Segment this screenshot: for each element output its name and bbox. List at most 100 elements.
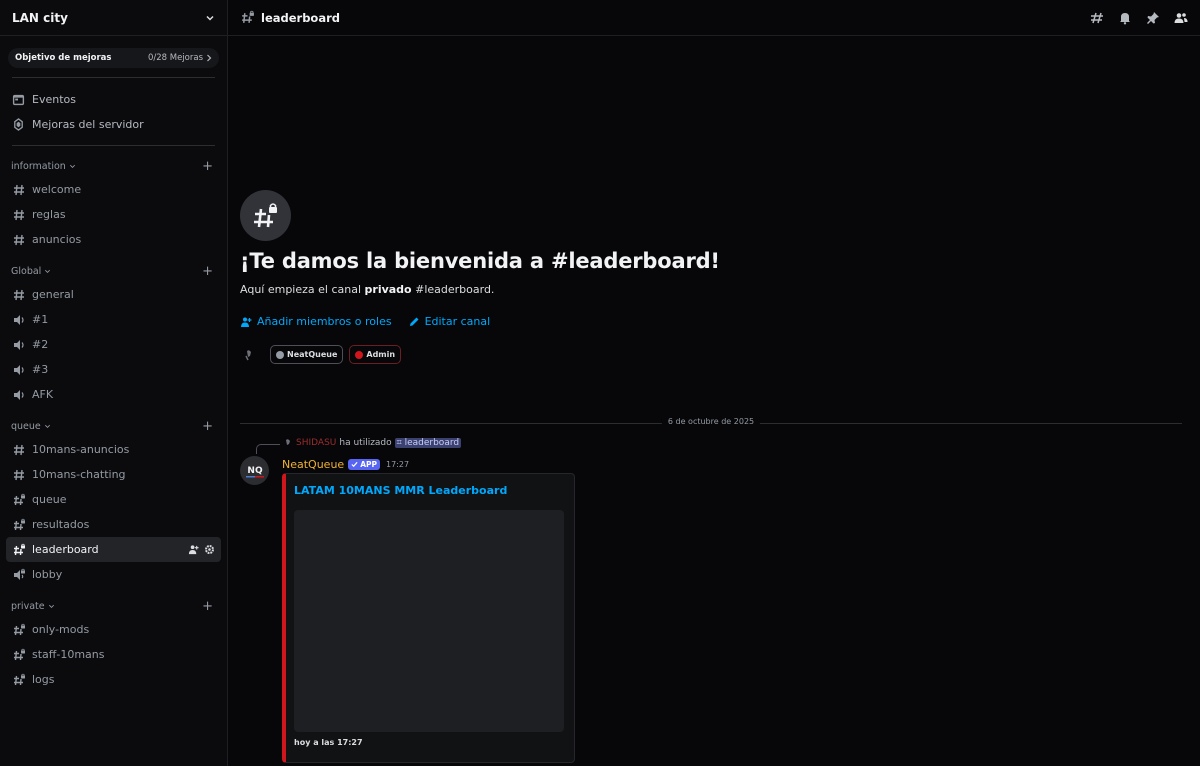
channel-label: 10mans-chatting — [32, 468, 126, 481]
app-window: LAN city Objetivo de mejoras 0/28 Mejora… — [0, 0, 1200, 766]
add-member-icon — [241, 317, 252, 327]
channel-label: #2 — [32, 338, 49, 351]
category-label: Global — [11, 265, 42, 277]
role-neatqueue[interactable]: NeatQueue — [270, 345, 344, 364]
slash-command-mention[interactable]: ⌗ leaderboard — [394, 438, 462, 448]
sidebar-item-label: Eventos — [32, 93, 76, 106]
channel-queue[interactable]: queue — [6, 487, 221, 512]
avatar-text: NQ — [247, 466, 263, 476]
channel-label: general — [32, 288, 74, 301]
speaker-icon — [14, 364, 24, 375]
edit-channel-button[interactable]: Editar canal — [408, 315, 490, 328]
category-private[interactable]: private + — [0, 595, 227, 617]
channel-welcome-section: ¡Te damos la bienvenida a #leaderboard! … — [240, 190, 720, 364]
speaker-icon — [14, 339, 24, 350]
channel-lobby[interactable]: lobby — [6, 562, 221, 587]
channel-resultados[interactable]: resultados — [6, 512, 221, 537]
category-label: private — [11, 600, 45, 612]
channel-header: leaderboard — [228, 0, 1200, 36]
pin-icon[interactable] — [1146, 11, 1160, 25]
role-color-dot — [355, 350, 364, 359]
welcome-subtitle-prefix: Aquí empieza el canal — [240, 283, 365, 296]
role-color-dot — [276, 350, 284, 359]
locked-text-channel-icon — [14, 518, 25, 530]
chevron-down-icon — [48, 604, 54, 608]
category-label: information — [11, 160, 66, 172]
chat-area: leaderboard ¡Te damos la bienvenida a #l… — [228, 0, 1200, 766]
member-list-icon[interactable] — [1174, 11, 1188, 25]
date-divider: 6 de octubre de 2025 — [240, 417, 1182, 426]
channel-staff-10mans[interactable]: staff-10mans — [6, 642, 221, 667]
sidebar-item-events[interactable]: Eventos — [0, 87, 227, 112]
user-avatar[interactable] — [240, 346, 258, 364]
add-channel-icon[interactable]: + — [202, 160, 213, 173]
divider — [12, 145, 215, 146]
embed-footer: hoy a las 17:27 — [294, 738, 363, 747]
welcome-subtitle-bold: privado — [364, 283, 412, 296]
channel-10mans-anuncios[interactable]: 10mans-anuncios — [6, 437, 221, 462]
server-header[interactable]: LAN city — [0, 0, 227, 36]
embed-title[interactable]: LATAM 10MANS MMR Leaderboard — [294, 484, 507, 497]
welcome-subtitle: Aquí empieza el canal privado #leaderboa… — [240, 283, 720, 296]
command-reply-context[interactable]: SHIDASU ha utilizado ⌗ leaderboard — [283, 438, 462, 448]
app-badge: APP — [348, 459, 380, 470]
role-admin[interactable]: Admin — [349, 345, 402, 364]
category-queue[interactable]: queue + — [0, 415, 227, 437]
category-information[interactable]: information + — [0, 155, 227, 177]
text-channel-icon — [14, 234, 24, 245]
channel-label: welcome — [32, 183, 82, 196]
channel-logs[interactable]: logs — [6, 667, 221, 692]
message-author[interactable]: NeatQueue — [282, 458, 344, 471]
add-channel-icon[interactable]: + — [202, 600, 213, 613]
slash-command-label: leaderboard — [404, 438, 460, 448]
channel-welcome[interactable]: welcome — [6, 177, 221, 202]
boost-goal-title: Objetivo de mejoras — [15, 53, 112, 63]
speaker-icon — [14, 389, 24, 400]
gear-icon[interactable] — [204, 544, 215, 555]
category-label: queue — [11, 420, 41, 432]
bell-icon[interactable] — [1118, 11, 1132, 25]
channel-voice-3[interactable]: #3 — [6, 357, 221, 382]
message-header: NeatQueue APP 17:27 — [282, 458, 409, 471]
threads-icon[interactable] — [1090, 11, 1104, 25]
channel-label: resultados — [32, 518, 90, 531]
channel-label: staff-10mans — [32, 648, 105, 661]
reply-username[interactable]: SHIDASU — [296, 438, 336, 448]
channel-label: #1 — [32, 313, 49, 326]
invite-members-icon[interactable] — [188, 544, 199, 555]
channel-label: 10mans-anuncios — [32, 443, 130, 456]
category-global[interactable]: Global + — [0, 260, 227, 282]
pencil-icon — [409, 317, 419, 326]
divider — [12, 77, 215, 78]
channel-voice-2[interactable]: #2 — [6, 332, 221, 357]
welcome-title: ¡Te damos la bienvenida a #leaderboard! — [240, 249, 720, 273]
channel-title: leaderboard — [261, 10, 341, 25]
channel-voice-1[interactable]: #1 — [6, 307, 221, 332]
channel-general[interactable]: general — [6, 282, 221, 307]
boost-goal-bar[interactable]: Objetivo de mejoras 0/28 Mejoras — [8, 48, 219, 68]
checkmark-icon — [351, 461, 358, 468]
channel-afk[interactable]: AFK — [6, 382, 221, 407]
leaderboard-embed: LATAM 10MANS MMR Leaderboard hoy a las 1… — [282, 473, 575, 763]
neatqueue-avatar[interactable]: NQ — [240, 456, 269, 485]
channel-anuncios[interactable]: anuncios — [6, 227, 221, 252]
app-badge-label: APP — [360, 460, 377, 469]
role-label: NeatQueue — [287, 350, 338, 359]
chevron-down-icon — [45, 269, 51, 273]
channel-label: reglas — [32, 208, 66, 221]
add-channel-icon[interactable]: + — [202, 420, 213, 433]
channel-10mans-chatting[interactable]: 10mans-chatting — [6, 462, 221, 487]
calendar-icon — [12, 94, 25, 106]
add-members-button[interactable]: Añadir miembros o roles — [240, 315, 392, 328]
sidebar-item-server-boosts[interactable]: Mejoras del servidor — [0, 112, 227, 137]
chevron-down-icon — [69, 164, 75, 168]
sidebar-item-label: Mejoras del servidor — [32, 118, 144, 131]
reply-text: ha utilizado — [339, 438, 392, 448]
channel-only-mods[interactable]: only-mods — [6, 617, 221, 642]
channel-sidebar: LAN city Objetivo de mejoras 0/28 Mejora… — [0, 0, 228, 766]
channel-reglas[interactable]: reglas — [6, 202, 221, 227]
locked-text-channel-icon — [14, 673, 25, 685]
channel-leaderboard[interactable]: leaderboard — [6, 537, 221, 562]
add-channel-icon[interactable]: + — [202, 265, 213, 278]
embed-image[interactable] — [294, 510, 564, 732]
